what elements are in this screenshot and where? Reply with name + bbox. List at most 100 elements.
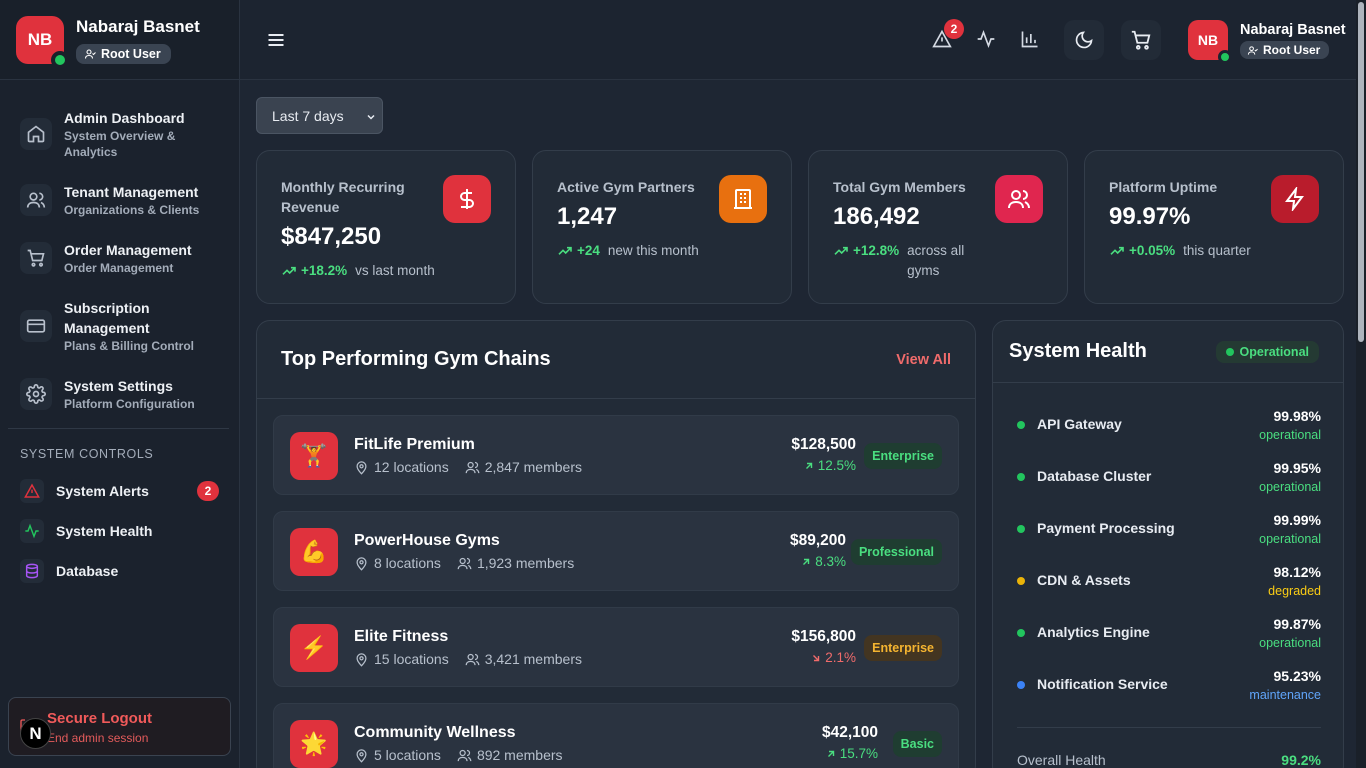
activity-icon[interactable] xyxy=(976,28,996,50)
online-indicator xyxy=(1218,50,1232,64)
sidebar-item-admin-dashboard[interactable]: Admin Dashboard System Overview & Analyti… xyxy=(0,102,239,166)
stat-label: Active Gym Partners xyxy=(557,179,695,195)
scrollbar-thumb[interactable] xyxy=(1358,2,1364,342)
gym-name: Elite Fitness xyxy=(354,628,449,645)
status-dot xyxy=(1017,473,1025,481)
credit-card-icon xyxy=(20,310,52,342)
sidebar-item-system-alerts[interactable]: System Alerts 2 xyxy=(0,471,239,511)
chevron-down-icon xyxy=(367,114,375,120)
gym-revenue-change: 12.5% xyxy=(817,458,856,473)
gym-logo-icon: 🌟 xyxy=(290,720,338,768)
arrow-down-right-icon xyxy=(813,654,820,661)
gym-chain-row[interactable]: 💪 PowerHouse Gyms 8 locations 1,923 membe… xyxy=(273,511,959,591)
gym-logo-icon: 🏋️ xyxy=(290,432,338,480)
view-all-link[interactable]: View All xyxy=(896,352,951,368)
gym-revenue: $42,100 xyxy=(821,724,878,741)
alerts-count-badge: 2 xyxy=(944,19,964,39)
user-icon xyxy=(84,49,96,59)
avatar[interactable]: NB xyxy=(16,16,69,69)
gym-name: Community Wellness xyxy=(354,724,516,741)
status-label: Operational xyxy=(1239,344,1309,359)
stat-delta: +12.8% xyxy=(853,243,900,258)
tier-badge: Enterprise xyxy=(864,635,942,661)
sidebar-item-label: Database xyxy=(56,563,119,579)
alerts-count-badge: 2 xyxy=(197,481,219,501)
home-icon xyxy=(20,118,52,150)
service-state: maintenance xyxy=(1249,688,1321,702)
tier-badge: Enterprise xyxy=(864,443,942,469)
gym-revenue: $89,200 xyxy=(789,532,846,549)
users-icon xyxy=(465,653,480,665)
scrollbar[interactable] xyxy=(1356,0,1366,768)
menu-icon[interactable] xyxy=(266,30,286,50)
nav-subtitle: Plans & Billing Control xyxy=(64,339,195,353)
gear-icon xyxy=(20,378,52,410)
role-badge: Root User xyxy=(76,44,171,64)
sidebar-item-subscription-management[interactable]: Subscription Management Plans & Billing C… xyxy=(0,292,239,360)
gym-members: 2,847 members xyxy=(484,459,582,475)
stat-note: across all gyms xyxy=(907,243,965,278)
overall-health-value: 99.2% xyxy=(1281,752,1321,768)
stat-note: new this month xyxy=(607,243,699,258)
service-uptime: 98.12% xyxy=(1273,564,1321,580)
user-name: Nabaraj Basnet xyxy=(1240,22,1346,38)
gym-name: PowerHouse Gyms xyxy=(354,532,500,549)
overall-health: Overall Health 99.2% xyxy=(1017,727,1321,768)
cart-button[interactable] xyxy=(1121,20,1161,60)
gym-name: FitLife Premium xyxy=(354,436,475,453)
nav-subtitle: Platform Configuration xyxy=(64,397,195,411)
trending-up-icon xyxy=(558,246,572,255)
gym-locations: 15 locations xyxy=(374,651,449,667)
service-state: operational xyxy=(1259,636,1321,650)
arrow-up-right-icon xyxy=(805,462,812,469)
service-status-row: Analytics Engine 99.87% operational xyxy=(1017,615,1321,659)
status-dot xyxy=(1017,421,1025,429)
avatar: NB xyxy=(1188,20,1232,64)
stat-label: Platform Uptime xyxy=(1109,179,1218,195)
users-icon xyxy=(465,461,480,473)
gym-members: 1,923 members xyxy=(476,555,575,571)
stat-note: vs last month xyxy=(355,263,435,278)
status-dot xyxy=(1017,681,1025,689)
nav-title: Admin Dashboard xyxy=(64,110,185,126)
gym-members: 892 members xyxy=(476,747,563,763)
nav-subtitle: System Overview & Analytics xyxy=(64,129,176,159)
service-status-row: API Gateway 99.98% operational xyxy=(1017,407,1321,451)
moon-icon xyxy=(1075,31,1093,49)
stat-value: $847,250 xyxy=(281,223,382,250)
service-status-row: Payment Processing 99.99% operational xyxy=(1017,511,1321,555)
gym-chain-row[interactable]: 🏋️ FitLife Premium 12 locations 2,847 mem… xyxy=(273,415,959,495)
bar-chart-icon[interactable] xyxy=(1020,28,1040,50)
gym-chain-row[interactable]: ⚡ Elite Fitness 15 locations 3,421 member… xyxy=(273,607,959,687)
dev-tools-badge[interactable]: N xyxy=(20,718,51,749)
theme-toggle-button[interactable] xyxy=(1064,20,1104,60)
alert-triangle-icon xyxy=(20,479,44,503)
sidebar-item-order-management[interactable]: Order Management Order Management xyxy=(0,234,239,282)
gym-chain-row[interactable]: 🌟 Community Wellness 5 locations 892 memb… xyxy=(273,703,959,768)
stat-delta: +24 xyxy=(577,243,600,258)
stat-delta: +0.05% xyxy=(1129,243,1176,258)
role-label: Root User xyxy=(101,47,161,61)
gym-logo-icon: ⚡ xyxy=(290,624,338,672)
service-name: Payment Processing xyxy=(1037,520,1175,536)
overall-health-label: Overall Health xyxy=(1017,752,1106,768)
panel-title: Top Performing Gym Chains xyxy=(281,348,551,370)
sidebar-item-system-settings[interactable]: System Settings Platform Configuration xyxy=(0,370,239,418)
sidebar-item-database[interactable]: Database xyxy=(0,551,239,591)
service-status-row: Database Cluster 99.95% operational xyxy=(1017,459,1321,503)
gym-locations: 8 locations xyxy=(374,555,441,571)
sidebar-item-system-health[interactable]: System Health xyxy=(0,511,239,551)
user-name: Nabaraj Basnet xyxy=(76,17,200,36)
stat-card-gym-partners: Active Gym Partners 1,247 +24 new this mo… xyxy=(532,150,792,304)
service-uptime: 95.23% xyxy=(1273,668,1321,684)
users-icon xyxy=(20,184,52,216)
sidebar-item-tenant-management[interactable]: Tenant Management Organizations & Clients xyxy=(0,176,239,224)
date-range-select[interactable]: Last 7 days xyxy=(256,97,383,134)
service-uptime: 99.98% xyxy=(1273,408,1321,424)
map-pin-icon xyxy=(356,748,367,763)
dollar-icon xyxy=(443,175,491,223)
date-range-value: Last 7 days xyxy=(272,107,344,124)
activity-icon xyxy=(20,519,44,543)
trending-up-icon xyxy=(1110,246,1124,255)
user-menu[interactable]: NB Nabaraj Basnet Root User xyxy=(1188,20,1346,64)
